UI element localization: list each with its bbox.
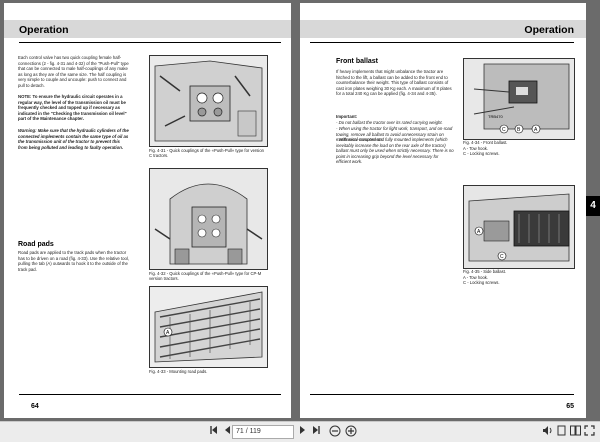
zoom-in-button[interactable] bbox=[344, 425, 358, 438]
header-rule bbox=[310, 42, 574, 43]
warning-paragraph: Warning: Make sure that the hydraulic cy… bbox=[18, 128, 129, 150]
svg-text:C: C bbox=[502, 127, 506, 133]
figure-4-34-caption: Fig. 4-34 - Front ballast. bbox=[463, 140, 508, 145]
next-page-icon bbox=[300, 426, 305, 434]
zoom-out-button[interactable] bbox=[328, 425, 342, 438]
fullscreen-button[interactable] bbox=[583, 425, 595, 438]
zoom-in-icon bbox=[345, 425, 357, 437]
next-page-button[interactable] bbox=[296, 425, 308, 438]
front-ballast-heading: Front ballast bbox=[336, 58, 379, 65]
left-page-header: Operation bbox=[19, 24, 69, 36]
left-page: Operation Each control valve has two qui… bbox=[4, 3, 291, 418]
single-page-view-button[interactable] bbox=[555, 425, 567, 438]
road-pads-heading: Road pads bbox=[18, 241, 54, 248]
figure-code: TRB470 bbox=[488, 114, 503, 119]
last-page-icon bbox=[313, 426, 320, 434]
figure-4-35-caption: Fig. 4-35 - Side ballast. bbox=[463, 269, 507, 274]
sound-button[interactable] bbox=[541, 425, 553, 438]
note-paragraph: NOTE: To ensure the hydraulic circuit op… bbox=[18, 94, 127, 121]
side-ballast-drawing: A C bbox=[464, 186, 574, 268]
figure-4-33-caption: Fig. 4-33 - Mounting road pads. bbox=[149, 369, 208, 374]
right-page: Operation Front ballast If heavy impleme… bbox=[300, 3, 586, 418]
chapter-tab: 4 bbox=[586, 196, 600, 216]
svg-text:C: C bbox=[500, 254, 504, 260]
coupling-paragraph: Each control valve has two quick couplin… bbox=[18, 55, 129, 88]
important-item: - Do not ballast the tractor over its ra… bbox=[336, 120, 443, 125]
figure-4-34-image: C B A TRB470 bbox=[463, 58, 575, 140]
figure-4-33-image: A bbox=[149, 286, 268, 368]
figure-4-32-caption: Fig. 4-32 - Quick couplings of the «Push… bbox=[149, 271, 262, 281]
cab-couplings-drawing bbox=[150, 169, 267, 269]
right-page-header: Operation bbox=[524, 24, 574, 36]
single-page-icon bbox=[557, 425, 565, 436]
double-page-icon bbox=[569, 425, 581, 436]
speaker-icon bbox=[542, 426, 551, 435]
important-item: - With semi-mounted and fully mounted im… bbox=[336, 137, 454, 164]
zoom-out-icon bbox=[329, 425, 341, 437]
header-rule bbox=[19, 42, 281, 43]
right-page-number: 65 bbox=[566, 403, 574, 410]
figure-4-31-image bbox=[149, 55, 268, 147]
figure-4-34-legend-c: C - Locking screws. bbox=[463, 151, 500, 156]
first-page-button[interactable] bbox=[208, 425, 220, 438]
figure-4-31-caption: Fig. 4-31 - Quick couplings of the «Push… bbox=[149, 148, 264, 158]
viewer-toolbar: 71 / 119 bbox=[0, 421, 600, 442]
hydraulic-couplings-drawing bbox=[150, 56, 267, 146]
last-page-button[interactable] bbox=[310, 425, 322, 438]
page-number-input[interactable]: 71 / 119 bbox=[232, 425, 294, 439]
left-page-number: 64 bbox=[31, 403, 39, 410]
first-page-icon bbox=[210, 426, 217, 434]
front-ballast-drawing: C B A bbox=[464, 59, 574, 139]
figure-4-35-image: A C bbox=[463, 185, 575, 269]
footer-rule bbox=[310, 394, 574, 395]
figure-4-32-image bbox=[149, 168, 268, 270]
important-label: Important: bbox=[336, 114, 358, 119]
footer-rule bbox=[19, 394, 281, 395]
front-ballast-paragraph: If heavy implements that might unbalance… bbox=[336, 69, 452, 96]
figure-4-35-legend-c: C - Locking screws. bbox=[463, 280, 500, 285]
double-page-view-button[interactable] bbox=[569, 425, 581, 438]
road-pads-drawing: A bbox=[150, 287, 267, 367]
fullscreen-icon bbox=[583, 425, 595, 436]
road-pads-paragraph: Road pads are applied to the track pads … bbox=[18, 250, 130, 272]
